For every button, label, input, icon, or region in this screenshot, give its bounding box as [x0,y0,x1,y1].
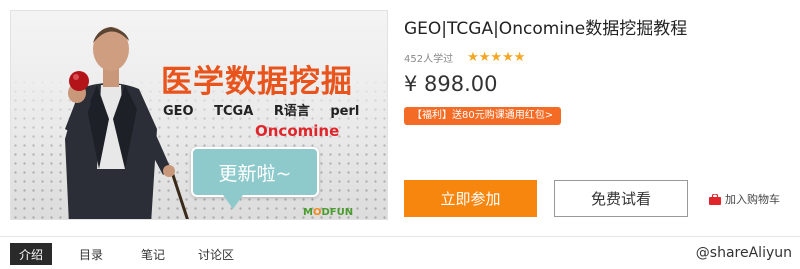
join-button[interactable]: 立即参加 [404,180,537,217]
course-title: GEO|TCGA|Oncomine数据挖掘教程 [404,19,688,39]
course-banner[interactable]: 医学数据挖掘 GEO TCGA R语言 perl Oncomine 更新啦~ M… [10,10,388,220]
star-icon: ★ [490,50,503,65]
star-icon: ★ [467,50,479,65]
star-icon: ★ [502,50,514,65]
banner-headline: 医学数据挖掘 [161,64,353,100]
tab-discussion[interactable]: 讨论区 [190,243,242,265]
tab-notes[interactable]: 笔记 [132,243,174,265]
star-icon: ★ [513,50,526,65]
banner-tag: GEO [163,104,194,119]
banner-tags: GEO TCGA R语言 perl [163,100,375,119]
cart-icon [709,193,721,205]
brand-logo: MODFUN [303,207,354,218]
free-trial-button[interactable]: 免费试看 [554,180,688,217]
update-bubble: 更新啦~ [191,147,319,209]
course-tabs: 介绍 目录 笔记 讨论区 @shareAliyun [0,236,800,269]
promo-badge[interactable]: 【福利】送80元购课通用红包> [404,107,562,125]
add-to-cart-label: 加入购物车 [725,193,780,206]
tab-catalog[interactable]: 目录 [70,243,112,265]
rating-stars: ★★★★★ [467,50,525,65]
watermark: @shareAliyun [695,245,792,261]
star-icon: ★ [478,50,491,65]
course-price: ¥ 898.00 [404,72,498,96]
update-bubble-text: 更新啦~ [218,162,292,185]
banner-subtitle: Oncomine [255,122,340,140]
banner-tag: TCGA [214,104,254,119]
learner-count: 452人学过 [404,54,454,65]
add-to-cart-link[interactable]: 加入购物车 [709,191,780,207]
tab-intro[interactable]: 介绍 [10,243,52,265]
banner-tag: perl [330,104,360,119]
course-meta: 452人学过 ★★★★★ [404,50,525,65]
presenter-illustration [65,27,189,219]
banner-tag: R语言 [273,104,310,119]
